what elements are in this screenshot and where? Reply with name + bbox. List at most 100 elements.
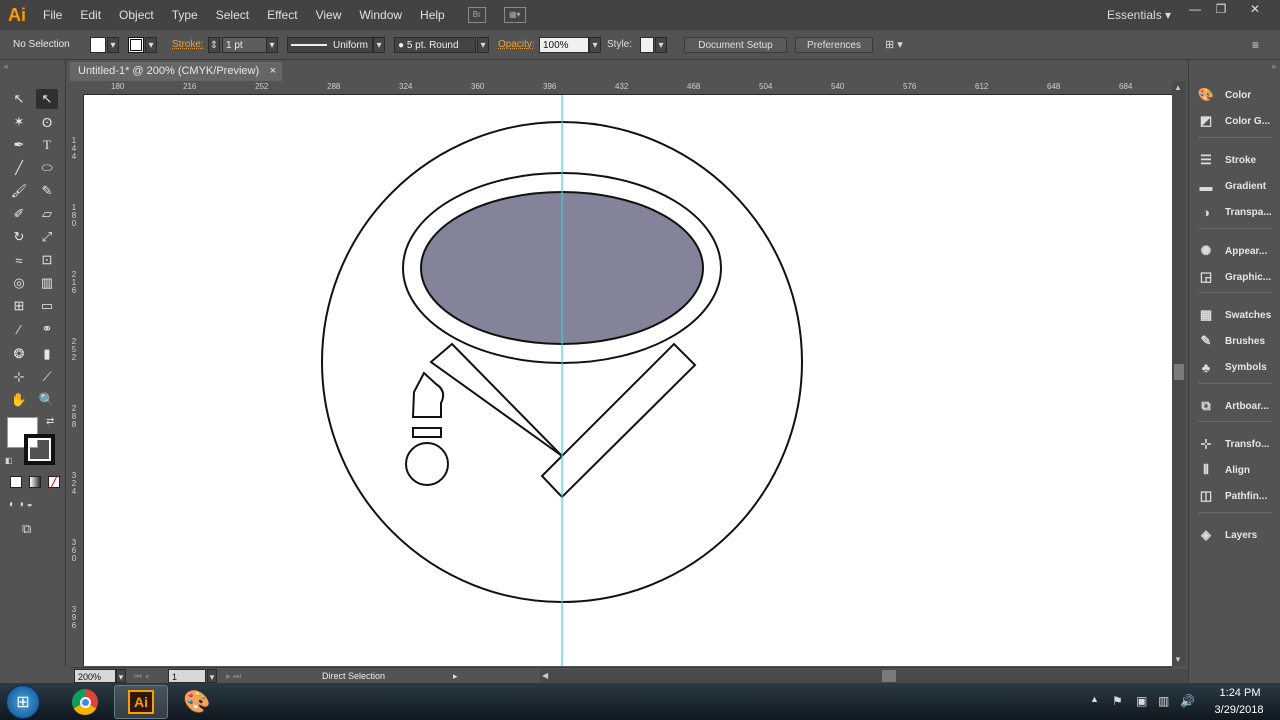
arrange-icon[interactable]: ⊞ ▾ [885, 37, 903, 53]
artboard-number-field[interactable]: 1 [168, 669, 206, 683]
selection-tool-icon[interactable]: ↖ [8, 89, 30, 109]
vertical-scroll-thumb[interactable] [1174, 364, 1184, 380]
gradient-mode-icon[interactable] [29, 476, 41, 488]
fill-swatch[interactable] [90, 37, 106, 53]
paintbrush-tool-icon[interactable]: 🖌 [8, 181, 30, 201]
perspective-grid-tool-icon[interactable]: ▥ [36, 273, 58, 293]
preferences-button[interactable]: Preferences [795, 37, 873, 53]
type-tool-icon[interactable]: T [36, 135, 58, 155]
pencil-tool-icon[interactable]: ✎ [36, 181, 58, 201]
vertical-scrollbar[interactable]: ▲ ▼ [1172, 81, 1186, 666]
menu-view[interactable]: View [307, 0, 351, 30]
next-artboard-icon[interactable]: ▸ ⏭ [226, 669, 241, 683]
stroke-dropdown-icon[interactable]: ▾ [145, 37, 157, 53]
hand-tool-icon[interactable]: ✋ [8, 390, 30, 410]
artboard-canvas[interactable] [84, 95, 1172, 666]
menu-window[interactable]: Window [350, 0, 411, 30]
volume-icon[interactable]: 🔊 [1180, 694, 1195, 708]
direct-selection-tool-icon[interactable]: ↖ [36, 89, 58, 109]
panel-transfo[interactable]: ⊹ Transfo... [1197, 434, 1279, 454]
blob-brush-tool-icon[interactable]: ✐ [8, 204, 30, 224]
style-dropdown-icon[interactable]: ▾ [655, 37, 667, 53]
opacity-dropdown-icon[interactable]: ▾ [589, 37, 601, 53]
profile-dropdown-icon[interactable]: ▾ [373, 37, 385, 53]
stroke-stepper[interactable]: ⇕ [208, 37, 220, 53]
stroke-swatch[interactable] [128, 37, 144, 53]
warp-tool-icon[interactable]: ≈ [8, 250, 30, 270]
stroke-label[interactable]: Stroke: [172, 37, 204, 53]
none-mode-icon[interactable]: ╱ [48, 476, 60, 488]
panel-stroke[interactable]: ☰ Stroke [1197, 150, 1279, 170]
collapse-icon[interactable]: « [4, 62, 8, 71]
device-icon[interactable]: ▣ [1136, 694, 1147, 708]
stroke-color-box[interactable] [24, 434, 55, 465]
paint-taskbar-button[interactable]: 🎨 [170, 685, 224, 719]
artboard-tool-icon[interactable]: ⊹ [8, 367, 30, 387]
status-menu-icon[interactable]: ▸ [453, 669, 458, 683]
ruler-origin[interactable] [66, 81, 84, 95]
symbol-sprayer-tool-icon[interactable]: ❂ [8, 344, 30, 364]
current-tool-status[interactable]: Direct Selection [322, 669, 385, 683]
opacity-label[interactable]: Opacity: [498, 37, 535, 53]
zoom-field[interactable]: 200% [74, 669, 116, 683]
bridge-icon[interactable]: Br [467, 7, 486, 23]
scale-tool-icon[interactable]: ⤢ [36, 227, 58, 247]
swap-fill-stroke-icon[interactable]: ⇄ [46, 416, 54, 427]
expand-panels-icon[interactable]: » [1272, 62, 1276, 71]
action-center-icon[interactable]: ⚑ [1112, 694, 1123, 708]
menu-effect[interactable]: Effect [258, 0, 306, 30]
graphic-style-swatch[interactable] [640, 37, 654, 53]
panel-layers[interactable]: ◈ Layers [1197, 525, 1279, 545]
panel-graphic[interactable]: ◲ Graphic... [1197, 267, 1279, 287]
panel-artboar[interactable]: ⧉ Artboar... [1197, 396, 1279, 416]
rotate-tool-icon[interactable]: ↻ [8, 227, 30, 247]
slice-tool-icon[interactable]: ⟋ [36, 367, 58, 387]
mesh-tool-icon[interactable]: ⊞ [8, 296, 30, 316]
menu-type[interactable]: Type [163, 0, 207, 30]
variable-width-profile[interactable]: Uniform [287, 37, 373, 53]
document-tab[interactable]: Untitled-1* @ 200% (CMYK/Preview) × [70, 62, 282, 81]
stroke-weight-field[interactable]: 1 pt [222, 37, 267, 53]
screen-mode-icon[interactable]: ⧉ [22, 521, 31, 537]
first-artboard-icon[interactable]: ⏮ ◂ [134, 669, 149, 683]
eraser-tool-icon[interactable]: ▱ [36, 204, 58, 224]
windows-start-icon[interactable]: ⊞ [6, 685, 40, 719]
panel-menu-icon[interactable]: ≡ [1252, 37, 1259, 53]
horizontal-scrollbar[interactable]: ◀ ▶ [540, 669, 1240, 683]
horizontal-ruler[interactable]: 180 216 252 288 324 360 396 432 468 504 540 576 612 6… [84, 81, 1204, 95]
pen-tool-icon[interactable]: ✒ [8, 135, 30, 155]
panel-color[interactable]: 🎨 Color [1197, 85, 1279, 105]
scroll-left-icon[interactable]: ◀ [542, 669, 548, 683]
shape-builder-tool-icon[interactable]: ◎ [8, 273, 30, 293]
close-icon[interactable]: ✕ [1240, 2, 1270, 16]
panel-brushes[interactable]: ✎ Brushes [1197, 331, 1279, 351]
network-icon[interactable]: ▥ [1158, 694, 1169, 708]
lasso-tool-icon[interactable]: ʘ [36, 112, 58, 132]
brush-dropdown-icon[interactable]: ▾ [477, 37, 489, 53]
menu-help[interactable]: Help [411, 0, 454, 30]
brush-definition[interactable]: ● 5 pt. Round [394, 37, 476, 53]
horizontal-scroll-thumb[interactable] [882, 670, 896, 682]
panel-gradient[interactable]: ▬ Gradient [1197, 176, 1279, 196]
arrange-documents-icon[interactable]: ▦▾ [503, 7, 526, 23]
line-tool-icon[interactable]: ╱ [8, 158, 30, 178]
panel-transpa[interactable]: ◑ Transpa... [1197, 202, 1279, 222]
panel-appear[interactable]: ✺ Appear... [1197, 241, 1279, 261]
menu-edit[interactable]: Edit [71, 0, 110, 30]
gradient-tool-icon[interactable]: ▭ [36, 296, 58, 316]
stroke-weight-dropdown-icon[interactable]: ▾ [266, 37, 278, 53]
artwork[interactable] [84, 95, 1172, 666]
close-tab-icon[interactable]: × [270, 62, 276, 81]
vertical-ruler[interactable]: 144 180 216 252 288 324 360 396 [66, 95, 84, 666]
panel-symbols[interactable]: ♣ Symbols [1197, 357, 1279, 377]
zoom-tool-icon[interactable]: 🔍 [36, 390, 58, 410]
menu-file[interactable]: File [34, 0, 71, 30]
opacity-field[interactable]: 100% [539, 37, 589, 53]
color-mode-icon[interactable] [10, 476, 22, 488]
illustrator-taskbar-button[interactable]: Ai [114, 685, 168, 719]
panel-pathfin[interactable]: ◫ Pathfin... [1197, 486, 1279, 506]
artboard-dropdown-icon[interactable]: ▾ [207, 669, 217, 683]
clock-date[interactable]: 3/29/2018 [1204, 704, 1274, 716]
scroll-up-icon[interactable]: ▲ [1174, 83, 1182, 92]
default-colors-icon[interactable]: ◧ [5, 456, 13, 465]
